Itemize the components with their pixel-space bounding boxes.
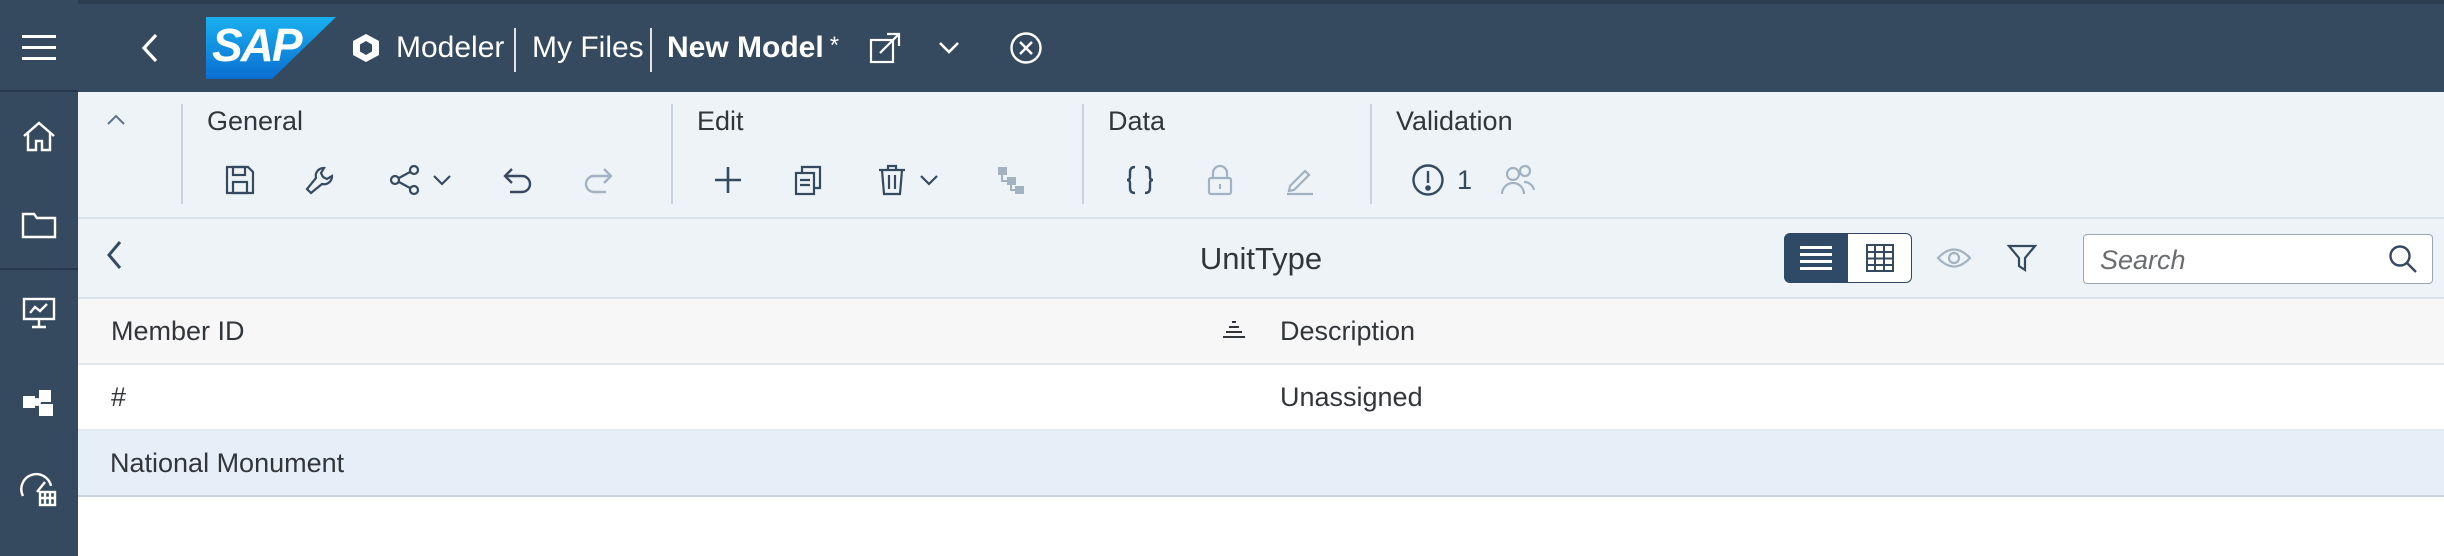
model-preferences-button[interactable] — [300, 156, 340, 204]
folder-icon[interactable] — [0, 194, 78, 254]
share-button[interactable] — [380, 156, 460, 204]
left-navigation — [0, 0, 78, 556]
undo-icon — [503, 168, 532, 194]
filter-icon — [2007, 244, 2037, 273]
delete-button[interactable] — [868, 156, 948, 204]
redo-button[interactable] — [578, 156, 618, 204]
toolbar-divider — [1082, 104, 1084, 204]
hierarchy-button[interactable] — [991, 156, 1031, 204]
nav-divider — [0, 268, 78, 270]
eye-icon — [1936, 248, 1972, 268]
modeler-app[interactable]: Modeler — [350, 4, 504, 92]
header-divider — [650, 28, 652, 72]
table-header-row: Member ID Description — [78, 299, 2444, 365]
more-options-dropdown[interactable] — [938, 4, 960, 92]
breadcrumb-my-files[interactable]: My Files — [532, 4, 644, 92]
add-icon — [715, 167, 741, 193]
collapse-toolbar-button[interactable] — [106, 108, 126, 132]
list-view-button[interactable] — [1784, 233, 1848, 283]
description-cell: Unassigned — [1280, 382, 1423, 412]
close-model-button[interactable] — [1009, 4, 1043, 92]
copy-icon — [794, 165, 822, 196]
group-title-edit: Edit — [697, 106, 744, 136]
edit-data-button[interactable] — [1280, 156, 1320, 204]
validation-errors-button[interactable]: 1 — [1411, 156, 1481, 204]
edit-pencil-icon — [1287, 169, 1313, 196]
model-title: New Model * — [667, 4, 839, 92]
share-icon — [389, 164, 420, 196]
group-title-data: Data — [1108, 106, 1166, 136]
search-field — [2083, 234, 2433, 285]
table-row[interactable]: # Unassigned — [78, 365, 2444, 431]
save-button[interactable] — [220, 156, 260, 204]
close-circle-icon — [1010, 32, 1042, 64]
users-icon — [1500, 164, 1536, 195]
column-header-member-id[interactable]: Member ID — [111, 299, 245, 363]
group-title-validation: Validation — [1396, 106, 1513, 136]
toolbar-divider — [181, 104, 183, 204]
chevron-left-icon — [141, 33, 158, 63]
table-row[interactable]: National Monument — [78, 431, 2444, 497]
list-view-icon — [1800, 246, 1832, 270]
shell-header: SAP Modeler My Files New Model * — [78, 0, 2444, 92]
grid-view-icon — [1865, 244, 1894, 272]
data-analyzer-icon[interactable] — [0, 460, 78, 520]
undo-button[interactable] — [498, 156, 538, 204]
lock-icon — [1207, 164, 1233, 196]
save-icon — [225, 165, 255, 195]
sap-logo-text: SAP — [212, 19, 303, 71]
sort-button[interactable] — [1220, 320, 1248, 342]
delete-icon — [879, 164, 905, 196]
puzzle-icon[interactable] — [0, 372, 78, 432]
sort-icon — [1223, 321, 1245, 338]
chevron-down-icon — [939, 42, 959, 54]
column-header-description[interactable]: Description — [1280, 299, 1415, 363]
group-title-general: General — [207, 106, 304, 136]
copy-button[interactable] — [788, 156, 828, 204]
add-button[interactable] — [708, 156, 748, 204]
external-link-icon — [869, 32, 901, 64]
menu-icon[interactable] — [0, 18, 78, 78]
header-divider — [514, 28, 516, 72]
toolbar-divider — [1370, 104, 1372, 204]
wrench-icon — [305, 166, 334, 195]
presentation-icon[interactable] — [0, 283, 78, 343]
formula-button[interactable] — [1120, 156, 1160, 204]
members-table: Member ID Description # Unassigned Natio… — [78, 299, 2444, 497]
cube-icon — [353, 34, 379, 62]
app-name: Modeler — [396, 31, 505, 64]
unsaved-marker: * — [829, 32, 840, 59]
data-access-lock-button[interactable] — [1200, 156, 1240, 204]
search-input[interactable] — [2098, 235, 2372, 285]
open-in-new-window-button[interactable] — [868, 4, 902, 92]
formula-braces-icon — [1126, 165, 1154, 195]
grid-view-button[interactable] — [1848, 233, 1912, 283]
redo-icon — [584, 168, 613, 194]
member-id-cell: National Monument — [110, 448, 345, 478]
member-id-cell: # — [111, 382, 127, 412]
chevron-up-icon — [107, 114, 125, 125]
breadcrumb: My Files — [532, 31, 644, 64]
search-button[interactable] — [2388, 244, 2418, 274]
hierarchy-icon — [998, 167, 1024, 194]
page-title: New Model — [667, 31, 824, 64]
validation-count: 1 — [1457, 164, 1473, 195]
panel-header: UnitType — [78, 219, 2444, 299]
toolbar: General Edit Data Validation 1 — [78, 92, 2444, 219]
chevron-down-icon — [433, 175, 451, 186]
filter-button[interactable] — [2007, 243, 2037, 273]
nav-divider — [0, 90, 78, 92]
toolbar-divider — [671, 104, 673, 204]
back-button[interactable] — [140, 4, 160, 92]
home-icon[interactable] — [0, 106, 78, 166]
alert-icon — [1412, 164, 1444, 196]
search-icon — [2389, 245, 2417, 273]
user-roles-button[interactable] — [1498, 156, 1538, 204]
sap-logo: SAP — [206, 4, 336, 92]
chevron-down-icon — [920, 175, 938, 186]
preview-toggle-button[interactable] — [1936, 245, 1972, 271]
